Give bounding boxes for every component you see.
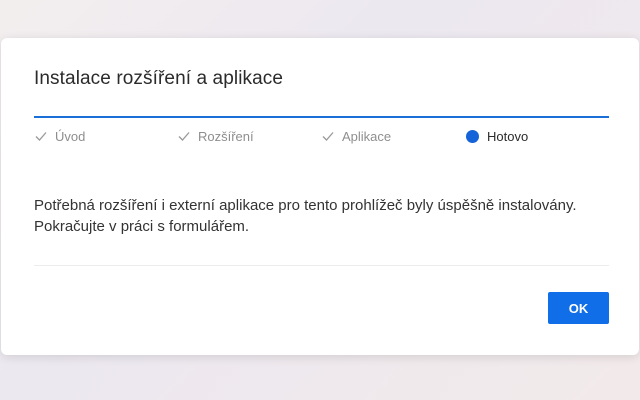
- check-icon: [34, 129, 48, 143]
- ok-button[interactable]: OK: [548, 292, 609, 324]
- title-underline: [34, 116, 609, 118]
- step-label: Aplikace: [342, 128, 392, 144]
- step-hotovo: Hotovo: [466, 126, 528, 146]
- step-uvod: Úvod: [34, 126, 85, 146]
- dialog-title: Instalace rozšíření a aplikace: [34, 68, 284, 89]
- step-aplikace: Aplikace: [321, 126, 391, 146]
- step-label: Hotovo: [487, 128, 529, 144]
- check-icon: [177, 129, 191, 143]
- step-label: Rozšíření: [198, 128, 254, 144]
- install-dialog: Instalace rozšíření a aplikace Úvod Rozš…: [1, 38, 639, 355]
- footer-divider: [34, 265, 609, 266]
- success-message: Potřebná rozšíření i externí aplikace pr…: [34, 197, 577, 235]
- step-label: Úvod: [55, 128, 86, 144]
- check-icon: [321, 129, 335, 143]
- wizard-steps: Úvod Rozšíření Aplikace Hotovo: [34, 126, 609, 146]
- active-step-dot: [466, 129, 479, 143]
- step-rozsireni: Rozšíření: [177, 126, 254, 146]
